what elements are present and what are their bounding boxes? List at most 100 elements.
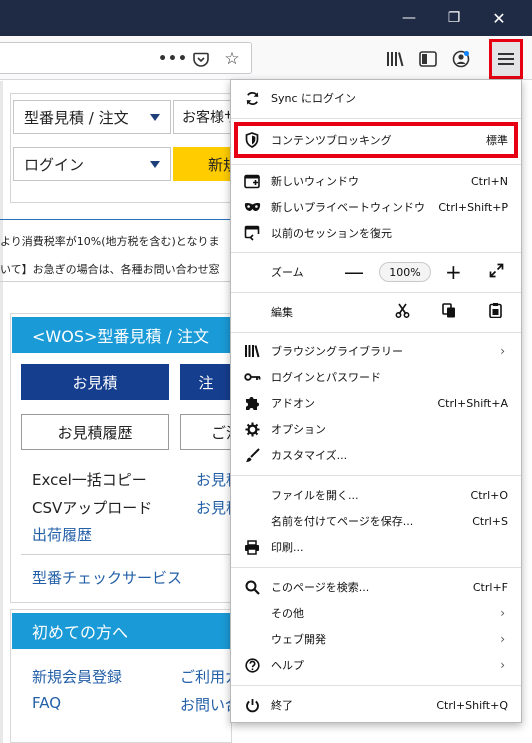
cut-icon[interactable] [395, 303, 410, 322]
library-label: ブラウジングライブラリー [271, 345, 403, 358]
content-blocking-label: コンテンツブロッキング [271, 134, 392, 147]
print-label: 印刷... [271, 541, 304, 554]
faq-link[interactable]: FAQ [32, 694, 61, 712]
model-check-link[interactable]: 型番チェックサービス [32, 567, 182, 588]
menu-item-quit[interactable]: 終了 Ctrl+Shift+Q [231, 692, 521, 718]
library-icon[interactable] [382, 46, 408, 72]
zoom-reset-button[interactable]: 100% [379, 262, 431, 282]
new-private-window-shortcut: Ctrl+Shift+P [438, 200, 508, 214]
divider [21, 554, 232, 555]
model-select[interactable]: 型番見積 / 注文 [13, 100, 171, 134]
restore-session-icon [243, 224, 261, 242]
minimize-button[interactable]: — [386, 0, 432, 36]
menu-item-content-blocking[interactable]: コンテンツブロッキング 標準 [231, 127, 521, 153]
quit-shortcut: Ctrl+Shift+Q [436, 698, 508, 712]
chevron-right-icon: › [500, 344, 505, 358]
zoom-label: ズーム [271, 266, 304, 279]
menu-item-new-window[interactable]: 新しいウィンドウ Ctrl+N [231, 168, 521, 194]
printer-icon [243, 538, 261, 556]
quote-history-button[interactable]: お見積履歴 [21, 414, 169, 450]
account-icon[interactable] [448, 46, 474, 72]
menu-separator [231, 475, 521, 476]
menu-item-logins[interactable]: ログインとパスワード [231, 364, 521, 390]
app-menu: Sync にログイン コンテンツブロッキング 標準 新しいウィンドウ Ctrl+… [230, 79, 522, 723]
addons-shortcut: Ctrl+Shift+A [437, 396, 508, 410]
register-link[interactable]: 新規会員登録 [32, 666, 122, 687]
hamburger-menu-icon [498, 53, 514, 65]
maximize-button[interactable]: ❐ [431, 0, 477, 36]
menu-item-sync[interactable]: Sync にログイン [231, 85, 521, 111]
menu-separator [231, 567, 521, 568]
login-select-label: ログイン [24, 155, 85, 174]
open-file-shortcut: Ctrl+O [470, 488, 508, 502]
zoom-in-button[interactable]: + [445, 260, 462, 284]
quote-button[interactable]: お見積 [21, 364, 169, 400]
menu-item-find[interactable]: このページを検索... Ctrl+F [231, 574, 521, 600]
page-border [0, 81, 3, 743]
gear-icon [243, 420, 261, 438]
order-history-button[interactable]: ご注 [180, 414, 232, 450]
content-blocking-value: 標準 [486, 134, 508, 147]
login-select[interactable]: ログイン [13, 147, 171, 181]
wos-panel-title: <WOS>型番見積 / 注文 [12, 317, 232, 353]
menu-item-library[interactable]: ブラウジングライブラリー › [231, 338, 521, 364]
menu-separator [231, 252, 521, 253]
dropdown-arrow-icon [150, 161, 160, 168]
save-page-label: 名前を付けてページを保存... [271, 515, 414, 528]
sidebar-icon[interactable] [415, 46, 441, 72]
shipping-history-link[interactable]: 出荷履歴 [32, 524, 92, 545]
fullscreen-icon[interactable] [489, 263, 504, 282]
shield-icon [243, 131, 261, 149]
customize-label: カスタマイズ... [271, 449, 348, 462]
divider [0, 281, 232, 282]
copy-icon[interactable] [442, 302, 456, 322]
excel-copy-label: Excel一括コピー [32, 471, 147, 489]
open-file-label: ファイルを開く... [271, 489, 359, 502]
menu-item-customize[interactable]: カスタマイズ... [231, 442, 521, 468]
chevron-right-icon: › [500, 606, 505, 620]
key-icon [243, 368, 261, 386]
menu-item-print[interactable]: 印刷... [231, 534, 521, 560]
new-window-label: 新しいウィンドウ [271, 175, 359, 188]
menu-separator [231, 332, 521, 333]
tax-notice: より消費税率が10%(地方税を含む)となりま [0, 235, 220, 248]
url-bar[interactable]: ••• ☆ [0, 42, 252, 74]
save-page-shortcut: Ctrl+S [472, 514, 508, 528]
menu-item-edit: 編集 [231, 299, 521, 325]
pocket-icon[interactable] [188, 43, 214, 75]
menu-item-options[interactable]: オプション [231, 416, 521, 442]
more-label: その他 [271, 607, 304, 620]
menu-item-restore-session[interactable]: 以前のセッションを復元 [231, 220, 521, 246]
paintbrush-icon [243, 446, 261, 464]
help-icon [243, 656, 261, 674]
paste-icon[interactable] [489, 302, 502, 322]
menu-item-web-developer[interactable]: ウェブ開発 › [231, 626, 521, 652]
menu-item-addons[interactable]: アドオン Ctrl+Shift+A [231, 390, 521, 416]
new-private-window-label: 新しいプライベートウィンドウ [271, 201, 425, 214]
menu-item-open-file[interactable]: ファイルを開く... Ctrl+O [231, 482, 521, 508]
dropdown-arrow-icon [150, 114, 160, 121]
menu-item-help[interactable]: ヘルプ › [231, 652, 521, 678]
close-button[interactable]: ✕ [476, 0, 522, 36]
help-label: ヘルプ [271, 659, 304, 672]
page-actions-icon[interactable]: ••• [158, 43, 187, 75]
logins-label: ログインとパスワード [271, 371, 381, 384]
menu-item-more[interactable]: その他 › [231, 600, 521, 626]
menu-separator [231, 164, 521, 165]
sync-label: Sync にログイン [271, 92, 357, 105]
menu-item-zoom: ズーム — 100% + [231, 259, 521, 285]
sync-icon [243, 89, 261, 107]
menu-item-new-private-window[interactable]: 新しいプライベートウィンドウ Ctrl+Shift+P [231, 194, 521, 220]
bookmark-star-icon[interactable]: ☆ [219, 43, 245, 75]
zoom-out-button[interactable]: — [344, 260, 364, 284]
quit-label: 終了 [271, 699, 293, 712]
menu-item-save-page[interactable]: 名前を付けてページを保存... Ctrl+S [231, 508, 521, 534]
web-developer-label: ウェブ開発 [271, 633, 326, 646]
private-mask-icon [243, 198, 261, 216]
divider [0, 219, 232, 220]
menu-separator [231, 685, 521, 686]
maximize-icon: ❐ [447, 10, 461, 26]
close-icon: ✕ [492, 8, 506, 28]
order-button[interactable]: 注 [180, 364, 232, 400]
hamburger-menu-button[interactable] [489, 39, 523, 79]
